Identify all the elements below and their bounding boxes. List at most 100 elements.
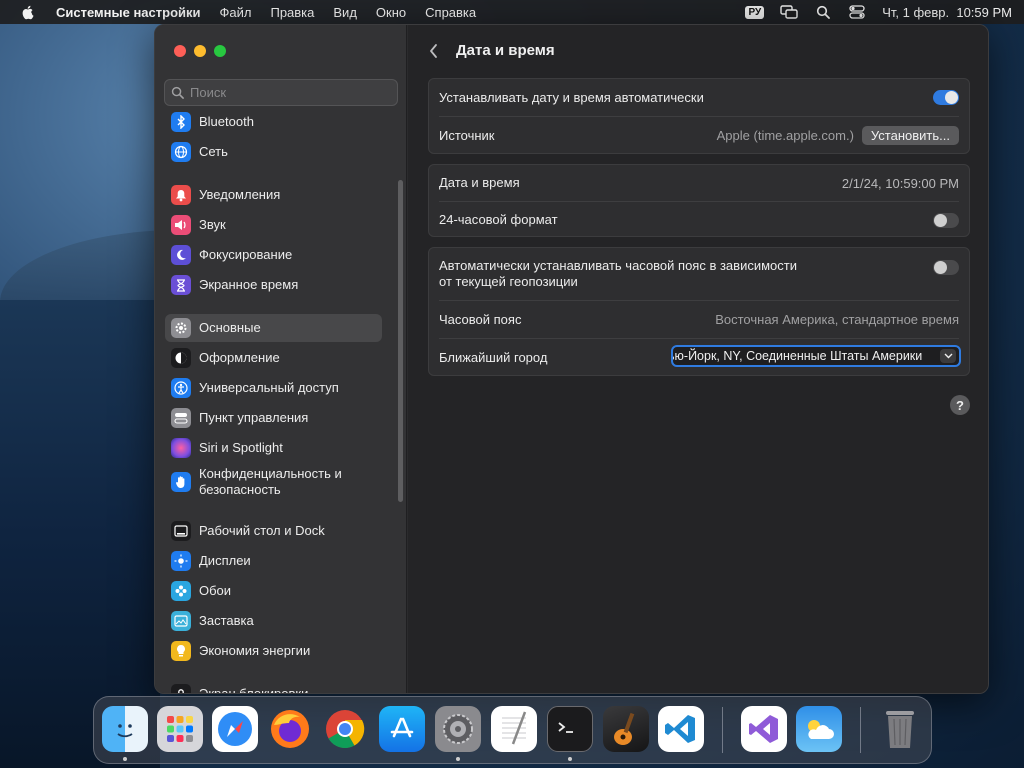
finder-icon[interactable] xyxy=(102,706,148,752)
auto-time-group: Устанавливать дату и время автоматически… xyxy=(428,78,970,154)
menu-app-name[interactable]: Системные настройки xyxy=(56,5,201,20)
menubar-clock[interactable]: Чт, 1 февр. 10:59 PM xyxy=(882,5,1012,20)
timezone-row: Часовой пояс Восточная Америка, стандарт… xyxy=(429,301,969,338)
vscode-icon[interactable] xyxy=(658,706,704,752)
sidebar-item-desktop-dock[interactable]: Рабочий стол и Dock xyxy=(165,517,382,545)
textedit-icon[interactable] xyxy=(491,706,537,752)
datetime-value[interactable]: 2/1/24, 10:59:00 PM xyxy=(842,176,959,191)
sidebar-item-label: Заставка xyxy=(199,613,254,628)
terminal-icon[interactable] xyxy=(547,706,593,752)
sidebar-item-siri-spotlight[interactable]: Siri и Spotlight xyxy=(165,434,382,462)
auto-datetime-row: Устанавливать дату и время автоматически xyxy=(429,79,969,116)
auto-timezone-label-line1: Автоматически устанавливать часовой пояс… xyxy=(439,258,797,273)
sidebar-item-label: Конфиденциальность и безопасность xyxy=(199,466,342,497)
set-source-button[interactable]: Установить... xyxy=(861,126,959,145)
auto-datetime-toggle[interactable] xyxy=(933,90,959,105)
sidebar-item-screen-time[interactable]: Экранное время xyxy=(165,271,382,299)
sidebar-item-label: Экономия энергии xyxy=(199,643,311,658)
timezone-group: Автоматически устанавливать часовой пояс… xyxy=(428,247,970,376)
close-button[interactable] xyxy=(174,45,186,57)
sidebar-list: Bluetooth Сеть Уведомления Звук Фокусиро… xyxy=(155,109,407,694)
help-button[interactable]: ? xyxy=(950,395,970,415)
finder-running-dot xyxy=(123,757,127,761)
chrome-icon[interactable] xyxy=(322,706,368,752)
sidebar-scrollbar[interactable] xyxy=(398,180,403,502)
search-field[interactable] xyxy=(164,79,398,106)
timezone-label: Часовой пояс xyxy=(439,311,522,327)
sidebar-item-wallpaper[interactable]: Обои xyxy=(165,577,382,605)
sidebar-item-displays[interactable]: Дисплеи xyxy=(165,547,382,575)
sidebar-item-energy[interactable]: Экономия энергии xyxy=(165,637,382,665)
screen-mirroring-icon[interactable] xyxy=(780,4,798,20)
timezone-value: Восточная Америка, стандартное время xyxy=(715,312,959,327)
sidebar-item-sound[interactable]: Звук xyxy=(165,211,382,239)
format24-label: 24-часовой формат xyxy=(439,212,558,227)
minimize-button[interactable] xyxy=(194,45,206,57)
dock xyxy=(93,696,932,764)
back-chevron-icon[interactable] xyxy=(426,41,442,61)
chevron-down-icon[interactable] xyxy=(940,349,956,363)
sidebar-item-label: Рабочий стол и Dock xyxy=(199,523,325,538)
sidebar-item-privacy[interactable]: Конфиденциальность и безопасность xyxy=(165,464,382,500)
sidebar-item-label: Сеть xyxy=(199,144,228,159)
system-settings-window: Bluetooth Сеть Уведомления Звук xyxy=(154,24,989,694)
menu-view[interactable]: Вид xyxy=(333,5,357,20)
menu-help[interactable]: Справка xyxy=(425,5,476,20)
auto-timezone-label: Автоматически устанавливать часовой пояс… xyxy=(439,258,797,290)
sun-icon xyxy=(171,551,191,571)
spotlight-search-icon[interactable] xyxy=(814,4,832,20)
sidebar-item-label: Экран блокировки xyxy=(199,686,309,694)
sidebar-item-label: Фокусирование xyxy=(199,247,293,262)
firefox-icon[interactable] xyxy=(267,706,313,752)
sidebar-item-control-center[interactable]: Пункт управления xyxy=(165,404,382,432)
sidebar-item-lock-screen[interactable]: Экран блокировки xyxy=(165,680,382,694)
control-center-icon xyxy=(171,408,191,428)
menu-file[interactable]: Файл xyxy=(220,5,252,20)
safari-icon[interactable] xyxy=(212,706,258,752)
window-controls xyxy=(174,45,226,57)
sidebar-item-appearance[interactable]: Оформление xyxy=(165,344,382,372)
city-combobox[interactable]: Нью-Йорк, NY, Соединенные Штаты Америки xyxy=(671,345,961,367)
apple-logo-icon[interactable] xyxy=(20,4,36,20)
source-value: Apple (time.apple.com.) xyxy=(716,128,854,143)
visual-studio-icon[interactable] xyxy=(741,706,787,752)
zoom-button[interactable] xyxy=(214,45,226,57)
sidebar-item-notifications[interactable]: Уведомления xyxy=(165,181,382,209)
trash-icon[interactable] xyxy=(877,706,923,752)
globe-icon xyxy=(171,142,191,162)
input-source-badge[interactable]: РУ xyxy=(745,5,765,19)
search-icon xyxy=(171,86,184,99)
sidebar-item-accessibility[interactable]: Универсальный доступ xyxy=(165,374,382,402)
system-settings-running-dot xyxy=(456,757,460,761)
dock-separator xyxy=(722,707,723,753)
city-value[interactable]: Нью-Йорк, NY, Соединенные Штаты Америки xyxy=(673,349,922,363)
flower-icon xyxy=(171,581,191,601)
search-input[interactable] xyxy=(190,85,380,100)
sidebar-item-label: Обои xyxy=(199,583,232,598)
bulb-icon xyxy=(171,641,191,661)
auto-timezone-toggle[interactable] xyxy=(933,260,959,275)
menu-edit[interactable]: Правка xyxy=(270,5,314,20)
system-settings-icon[interactable] xyxy=(435,706,481,752)
sidebar-item-label: Bluetooth xyxy=(199,114,254,129)
auto-timezone-row: Автоматически устанавливать часовой пояс… xyxy=(429,248,969,300)
launchpad-icon[interactable] xyxy=(157,706,203,752)
format24-row: 24-часовой формат xyxy=(429,202,969,238)
page-title: Дата и время xyxy=(456,42,555,59)
sidebar-item-screensaver[interactable]: Заставка xyxy=(165,607,382,635)
dock-separator xyxy=(860,707,861,753)
sidebar-item-network[interactable]: Сеть xyxy=(165,138,382,166)
menu-window[interactable]: Окно xyxy=(376,5,406,20)
main-pane: Дата и время Устанавливать дату и время … xyxy=(408,25,988,693)
sidebar-item-focus[interactable]: Фокусирование xyxy=(165,241,382,269)
control-center-icon[interactable] xyxy=(848,4,866,20)
format24-toggle[interactable] xyxy=(933,212,959,228)
weather-icon[interactable] xyxy=(796,706,842,752)
app-store-icon[interactable] xyxy=(379,706,425,752)
sidebar-item-bluetooth[interactable]: Bluetooth xyxy=(165,109,382,136)
sidebar-item-general[interactable]: Основные xyxy=(165,314,382,342)
sidebar-item-label: Звук xyxy=(199,217,226,232)
siri-icon xyxy=(171,438,191,458)
menu-bar: Системные настройки Файл Правка Вид Окно… xyxy=(0,0,1024,24)
garageband-icon[interactable] xyxy=(603,706,649,752)
